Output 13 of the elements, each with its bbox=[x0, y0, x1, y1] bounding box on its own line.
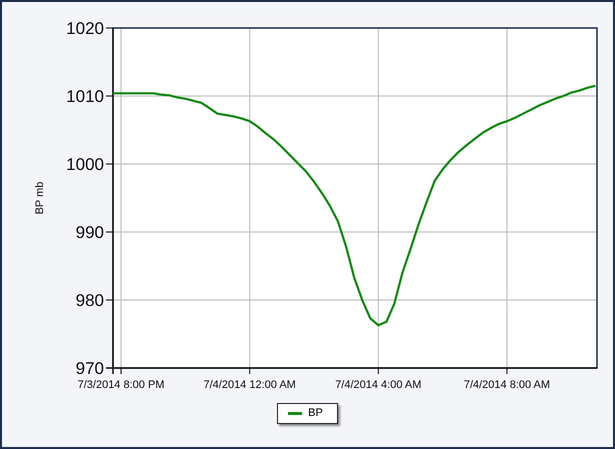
axis-tick-label: 1000 bbox=[66, 155, 104, 174]
axis-tick-label: 7/3/2014 8:00 PM bbox=[78, 379, 164, 391]
axis-title: BP mb bbox=[34, 182, 46, 214]
axis-tick-label: 7/4/2014 8:00 AM bbox=[464, 379, 550, 391]
axis-tick-label: 970 bbox=[76, 359, 104, 378]
legend-label: BP bbox=[308, 407, 323, 419]
axis-tick-label: 7/4/2014 4:00 AM bbox=[335, 379, 422, 391]
axis-tick-label: 980 bbox=[76, 291, 104, 310]
legend-swatch bbox=[288, 412, 302, 414]
axis-tick-label: 990 bbox=[76, 223, 104, 242]
axis-tick-label: 1020 bbox=[66, 19, 104, 38]
axis-tick-label: 7/4/2014 12:00 AM bbox=[204, 379, 296, 391]
axis-tick-label: 1010 bbox=[66, 87, 104, 106]
